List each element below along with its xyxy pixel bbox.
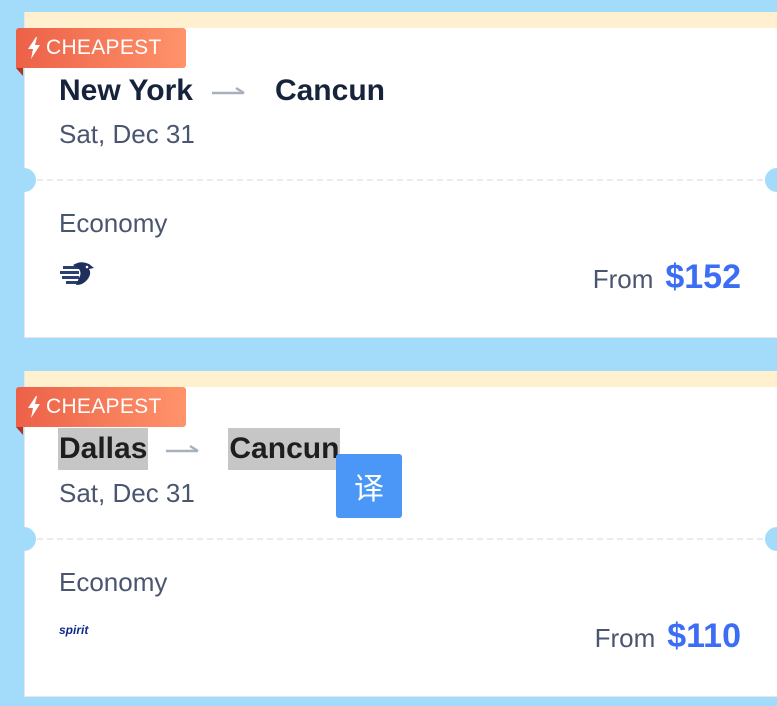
destination-city: Cancun (228, 428, 341, 470)
badge-label: CHEAPEST (46, 36, 162, 59)
ticket-divider (37, 538, 763, 540)
arrow-right-icon (166, 444, 200, 453)
lightning-icon (28, 396, 40, 418)
lightning-icon (28, 37, 40, 59)
flight-card[interactable]: CHEAPEST Dallas Cancun Sat, Dec 31 Econo… (12, 371, 777, 697)
from-label: From (594, 623, 656, 653)
translate-button-label: 译 (354, 472, 384, 507)
price-amount: $110 (667, 617, 741, 655)
ticket-notch-right (765, 527, 777, 551)
price-amount: $152 (665, 258, 741, 296)
translate-button[interactable]: 译 (336, 454, 402, 518)
origin-city: New York (59, 74, 193, 107)
ticket-divider (37, 179, 763, 181)
ticket-notch-left (12, 168, 36, 192)
badge-fold (16, 68, 23, 76)
flight-card[interactable]: CHEAPEST New York Cancun Sat, Dec 31 Eco… (12, 12, 777, 338)
card-top-strip (25, 12, 777, 28)
card-top-strip (25, 371, 777, 387)
aeromexico-logo-icon (59, 260, 99, 293)
route: New York Cancun (58, 70, 386, 112)
badge-fold (16, 427, 23, 435)
arrow-right-icon (211, 86, 245, 95)
spirit-logo-text: spirit (59, 623, 89, 637)
ticket-notch-left (12, 527, 36, 551)
badge-label: CHEAPEST (46, 395, 162, 418)
departure-date: Sat, Dec 31 (59, 119, 195, 149)
cheapest-badge: CHEAPEST (16, 28, 186, 76)
price: From $152 (593, 258, 741, 297)
price: From $110 (595, 617, 741, 656)
from-label: From (592, 264, 654, 294)
ticket-notch-right (765, 168, 777, 192)
cabin-class: Economy (59, 208, 168, 238)
route: Dallas Cancun (58, 428, 341, 470)
cheapest-badge: CHEAPEST (16, 387, 186, 435)
departure-date: Sat, Dec 31 (59, 478, 195, 508)
cabin-class: Economy (59, 567, 168, 597)
destination-city: Cancun (274, 74, 385, 107)
spirit-logo-icon: spirit (59, 619, 103, 644)
origin-city: Dallas (58, 428, 149, 470)
